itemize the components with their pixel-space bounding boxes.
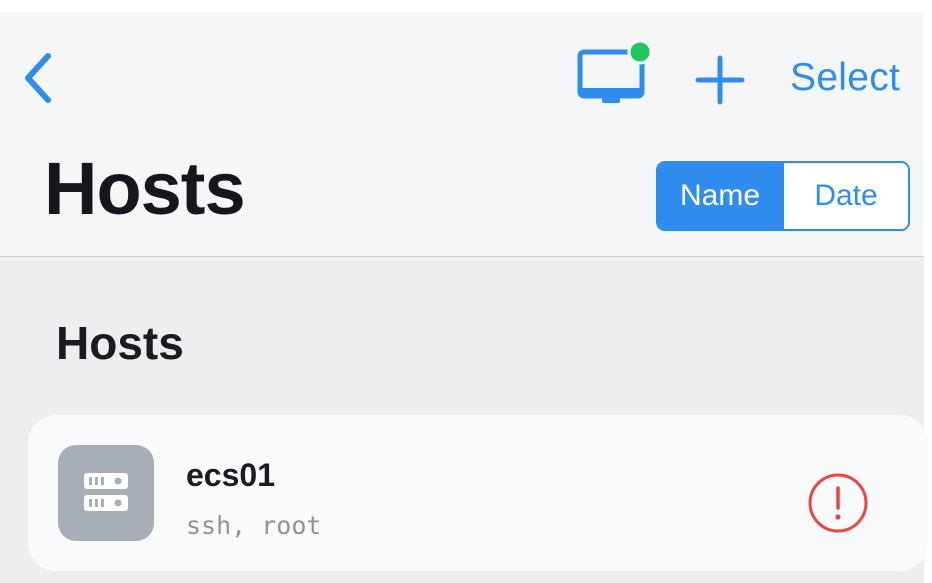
select-button[interactable]: Select [790,56,900,100]
host-row[interactable]: ecs01 ssh, root [28,415,928,571]
host-list-area: Hosts ecs01 ssh, root [0,257,928,583]
page-title: Hosts [44,147,246,230]
warning-button[interactable] [806,471,870,535]
sort-by-date-button[interactable]: Date [782,163,908,229]
add-host-button[interactable] [692,52,748,108]
chevron-left-icon [25,53,51,103]
server-icon [58,445,154,541]
back-button[interactable] [18,48,58,108]
sort-by-name-button[interactable]: Name [658,163,782,229]
monitor-button[interactable] [574,38,653,110]
online-status-dot [627,39,653,65]
host-name: ecs01 [186,457,275,493]
section-title: Hosts [56,317,184,369]
monitor-icon [577,39,653,103]
host-connection-detail: ssh, root [186,511,322,540]
sort-segmented-control: Name Date [656,161,910,231]
navigation-header: Select Hosts Name Date [0,12,924,257]
warning-icon [808,473,868,533]
plus-icon [695,55,745,105]
screen: Select Hosts Name Date Hosts ecs01 ssh, … [0,0,932,583]
